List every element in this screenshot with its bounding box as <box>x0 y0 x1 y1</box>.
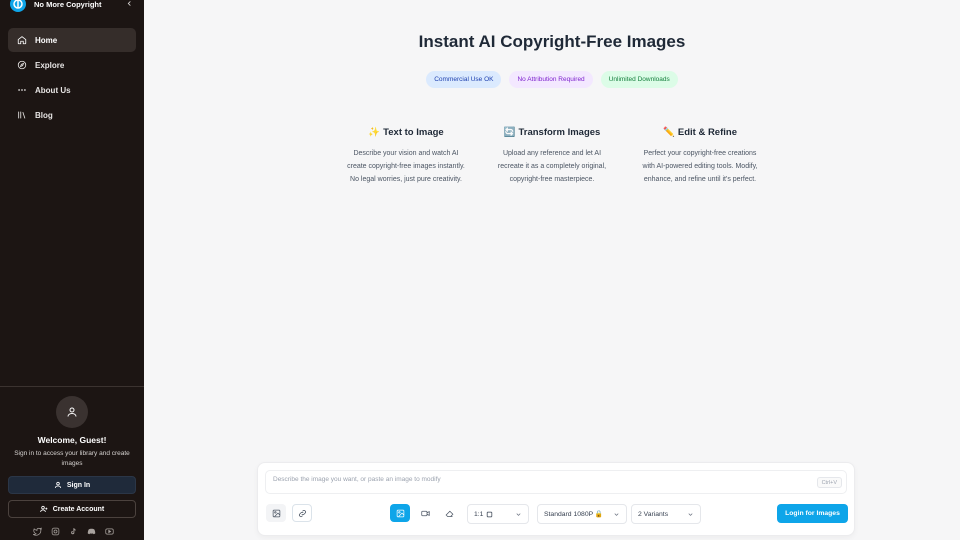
chevron-down-icon <box>614 512 619 516</box>
youtube-icon[interactable] <box>104 526 114 536</box>
badge-commercial-use: Commercial Use OK <box>426 71 502 88</box>
paste-shortcut-hint: Ctrl+V <box>816 477 842 488</box>
user-icon <box>67 407 77 417</box>
collapse-sidebar-chevron-icon[interactable] <box>124 0 134 10</box>
welcome-subtext: Sign in to access your library and creat… <box>14 450 130 467</box>
quality-select[interactable]: Standard 1080P 🔒 <box>537 504 627 524</box>
video-icon <box>420 510 430 516</box>
feature-description: Describe your vision and watch AI create… <box>347 150 465 183</box>
sign-in-label: Sign In <box>66 481 91 489</box>
sparkles-icon: ✨ <box>368 126 381 138</box>
sidebar-item-about-us[interactable]: About Us <box>8 78 136 102</box>
image-upload-icon <box>272 509 280 517</box>
tiktok-icon[interactable] <box>68 526 78 536</box>
upload-image-button[interactable] <box>266 504 286 522</box>
home-icon <box>17 36 27 45</box>
sidebar-nav: Home Explore About Us Blog <box>8 28 136 128</box>
sidebar-item-home[interactable]: Home <box>8 28 136 52</box>
feature-description: Upload any reference and let AI recreate… <box>497 150 607 183</box>
sidebar-item-label: Explore <box>35 60 65 70</box>
pencil-icon: ✏️ <box>663 126 675 138</box>
prompt-box: Ctrl+V <box>265 470 847 494</box>
variants-value: 2 Variants <box>638 510 669 518</box>
chevron-down-icon <box>688 512 693 516</box>
prompt-input[interactable] <box>273 476 793 483</box>
sidebar-item-label: Blog <box>35 110 53 120</box>
square-icon <box>487 511 493 517</box>
sidebar: No More Copyright Home Explore About Us … <box>0 0 144 540</box>
chevron-down-icon <box>516 512 521 516</box>
eraser-icon <box>445 510 453 517</box>
feature-transform-images: 🔄 Transform Images Upload any reference … <box>492 125 612 186</box>
sidebar-item-label: Home <box>35 35 58 45</box>
create-account-button[interactable]: Create Account <box>8 500 136 518</box>
ellipsis-icon <box>18 89 26 91</box>
discord-icon[interactable] <box>86 526 96 536</box>
sidebar-item-label: About Us <box>35 85 71 95</box>
badge-unlimited-downloads: Unlimited Downloads <box>600 71 678 88</box>
brand[interactable]: No More Copyright <box>10 0 102 12</box>
mode-eraser-button[interactable] <box>439 504 459 522</box>
sidebar-item-blog[interactable]: Blog <box>8 103 136 127</box>
welcome-heading: Welcome, Guest! <box>37 435 107 445</box>
instagram-icon[interactable] <box>50 526 60 536</box>
page-title: Instant AI Copyright-Free Images <box>418 32 686 51</box>
prompt-composer: Ctrl+V 1:1 Standard 1080P 🔒 2 Variants L… <box>257 462 855 536</box>
feature-title: Edit & Refine <box>677 126 737 138</box>
feature-title: Text to Image <box>383 126 444 138</box>
sign-in-button[interactable]: Sign In <box>8 476 136 494</box>
feature-title: Transform Images <box>518 126 601 138</box>
sidebar-divider <box>0 386 144 387</box>
aspect-ratio-select[interactable]: 1:1 <box>467 504 529 524</box>
user-icon <box>54 481 61 489</box>
twitter-icon[interactable] <box>32 526 42 536</box>
create-account-label: Create Account <box>52 505 105 513</box>
refresh-icon: 🔄 <box>503 126 516 138</box>
mode-image-button[interactable] <box>390 504 410 522</box>
compass-icon <box>17 60 27 70</box>
brand-name: No More Copyright <box>34 0 102 9</box>
login-for-images-button[interactable]: Login for Images <box>777 504 848 523</box>
image-icon <box>396 509 404 517</box>
aspect-ratio-value: 1:1 <box>474 510 484 518</box>
avatar <box>56 396 88 428</box>
feature-badges: Commercial Use OK No Attribution Require… <box>144 71 960 88</box>
feature-edit-refine: ✏️ Edit & Refine Perfect your copyright-… <box>640 125 760 186</box>
image-link-button[interactable] <box>292 504 312 522</box>
badge-no-attribution: No Attribution Required <box>509 71 593 88</box>
social-links <box>32 526 114 536</box>
feature-text-to-image: ✨ Text to Image Describe your vision and… <box>346 125 466 186</box>
quality-value: Standard 1080P 🔒 <box>544 511 604 518</box>
library-icon <box>18 111 26 119</box>
feature-description: Perfect your copyright-free creations wi… <box>642 150 758 183</box>
brand-logo-icon <box>10 0 26 12</box>
link-icon <box>298 509 306 517</box>
user-plus-icon <box>40 505 48 513</box>
variants-select[interactable]: 2 Variants <box>631 504 701 524</box>
mode-video-button[interactable] <box>415 504 435 522</box>
sidebar-item-explore[interactable]: Explore <box>8 53 136 77</box>
